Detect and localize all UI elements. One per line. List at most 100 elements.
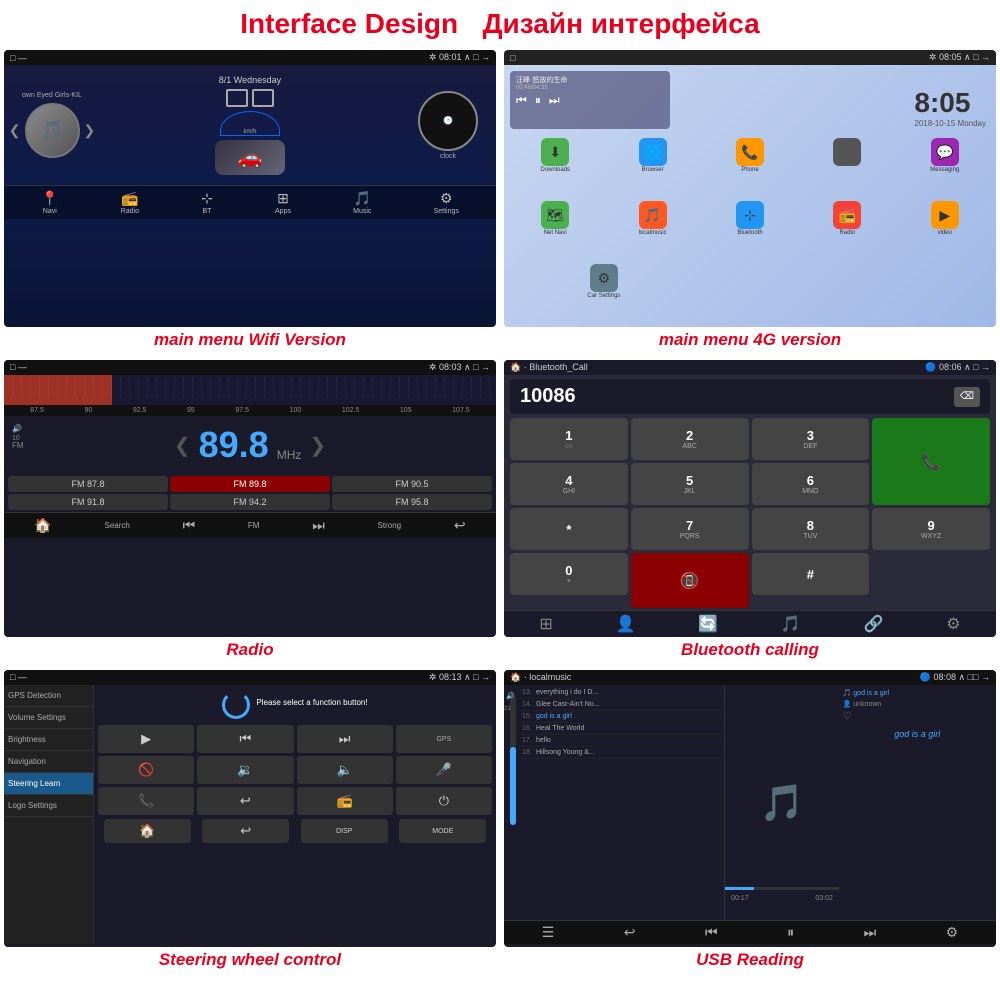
steering-radio[interactable]: 📻 (297, 787, 393, 815)
radio-topbar: □ — ✲ 08:03 ∧ □ → (4, 360, 496, 375)
usb-track-16[interactable]: 16.Heal The World (518, 723, 724, 735)
bt-hangup-btn[interactable]: 📵 (631, 553, 749, 608)
usb-track-13[interactable]: 13.everything i do I D... (518, 687, 724, 699)
steering-call[interactable]: 📞 (98, 787, 194, 815)
radio-strong-btn[interactable]: Strong (378, 521, 402, 530)
wifi-nav-bt[interactable]: ⊹BT (201, 190, 213, 215)
wifi-thumb: 🎵 (25, 103, 80, 158)
bt-key-hash[interactable]: # (752, 553, 870, 595)
usb-back-btn[interactable]: ↩ (624, 924, 636, 941)
steering-mic[interactable]: 🎤 (396, 756, 492, 784)
usb-track-18[interactable]: 18.Hillsong Young &... (518, 747, 724, 759)
radio-preset-4[interactable]: FM 91.8 (8, 494, 168, 510)
bt-key-6[interactable]: 6MNO (752, 463, 870, 505)
steering-back-btn[interactable]: ↩ (202, 819, 289, 843)
bt-topbar: 🏠 · Bluetooth_Call 🔵 08:06 ∧ □ → (504, 360, 996, 375)
radio-preset-2[interactable]: FM 89.8 (170, 476, 330, 492)
wifi-nav-music[interactable]: 🎵Music (353, 190, 371, 215)
bt-key-0[interactable]: 0+ (510, 553, 628, 595)
steering-logo[interactable]: Logo Settings (4, 795, 93, 817)
wifi-nav-apps[interactable]: ⊞Apps (275, 190, 291, 215)
bt-backspace[interactable]: ⌫ (954, 387, 980, 407)
bt-icon-refresh[interactable]: 🔄 (698, 614, 718, 634)
bt-key-5[interactable]: 5JKL (631, 463, 749, 505)
bt-icon-link[interactable]: 🔗 (864, 614, 884, 634)
radio-next-btn[interactable]: ⏭ (312, 517, 325, 534)
usb-prev-btn[interactable]: ⏮ (705, 924, 718, 941)
steering-gps[interactable]: GPS Detection (4, 685, 93, 707)
usb-vol-slider[interactable] (510, 695, 516, 825)
radio-preset-6[interactable]: FM 95.8 (332, 494, 492, 510)
cell-radio: □ — ✲ 08:03 ∧ □ → 87.59092.59597.5100102… (0, 356, 500, 666)
bt-icon-settings[interactable]: ⚙ (946, 614, 960, 634)
4g-app-phone[interactable]: 📞Phone (703, 138, 797, 198)
usb-pause-btn[interactable]: ⏸ (787, 924, 794, 941)
steering-disp-btn[interactable]: DISP (301, 819, 388, 843)
4g-app-localmusic[interactable]: 🎵localmusic (605, 201, 699, 261)
usb-vol-num: 21 (504, 706, 511, 712)
4g-app-downloads[interactable]: ⬇Downloads (508, 138, 602, 198)
wifi-nav-radio[interactable]: 📻Radio (121, 190, 139, 215)
radio-preset-1[interactable]: FM 87.8 (8, 476, 168, 492)
usb-playlist: 13.everything i do I D... 14.Glee Cast-A… (518, 685, 725, 920)
radio-prev-btn[interactable]: ⏮ (183, 517, 196, 534)
4g-app-browser[interactable]: 🌐Browser (605, 138, 699, 198)
bt-key-2[interactable]: 2ABC (631, 418, 749, 460)
steering-prev[interactable]: ⏮ (197, 725, 293, 753)
steering-next[interactable]: ⏭ (297, 725, 393, 753)
usb-settings-btn[interactable]: ⚙ (946, 924, 959, 941)
title-ru: Дизайн интерфейса (483, 8, 760, 39)
steering-mode-btn[interactable]: MODE (399, 819, 486, 843)
usb-time-current: 00:17 (731, 895, 749, 902)
bt-icon-user[interactable]: 👤 (616, 614, 636, 634)
radio-prev[interactable]: ❮ (174, 433, 191, 458)
bt-key-1[interactable]: 1○○ (510, 418, 628, 460)
steering-mute[interactable]: 🚫 (98, 756, 194, 784)
4g-app-bluetooth[interactable]: ⊹Bluetooth (703, 201, 797, 261)
usb-list-btn[interactable]: ☰ (542, 924, 555, 941)
4g-app-radio[interactable]: 📻Radio (800, 201, 894, 261)
radio-search-btn[interactable]: Search (105, 521, 130, 530)
wifi-nav-settings[interactable]: ⚙Settings (434, 190, 459, 215)
usb-vol-icon: 🔊 (506, 692, 515, 700)
4g-app-netnavi[interactable]: 🗺Net Navi (508, 201, 602, 261)
bt-call-btn[interactable]: 📞 (872, 418, 990, 505)
bt-key-7[interactable]: 7PQRS (631, 508, 749, 550)
usb-track-17[interactable]: 17.hello (518, 735, 724, 747)
steering-home-btn[interactable]: 🏠 (104, 819, 191, 843)
wifi-nav-navi[interactable]: 📍Navi (41, 190, 58, 215)
4g-app-messaging[interactable]: 💬Messaging (898, 138, 992, 198)
radio-next[interactable]: ❯ (309, 433, 326, 458)
steering-brightness[interactable]: Brightness (4, 729, 93, 751)
radio-home-btn[interactable]: 🏠 (34, 517, 51, 534)
steering-navigation[interactable]: Navigation (4, 751, 93, 773)
steering-gps-btn[interactable]: GPS (396, 725, 492, 753)
radio-fm-btn[interactable]: FM (248, 521, 260, 530)
steering-vol-up[interactable]: 🔈 (297, 756, 393, 784)
steering-volume[interactable]: Volume Settings (4, 707, 93, 729)
wifi-squares (226, 89, 274, 107)
radio-preset-3[interactable]: FM 90.5 (332, 476, 492, 492)
screen-usb: 🏠 · localmusic 🔵 08:08 ∧ □□ → 🔊 21 13.ev… (504, 670, 996, 947)
4g-time: 8:05 (914, 87, 986, 119)
bt-icon-music[interactable]: 🎵 (781, 614, 801, 634)
steering-power[interactable]: ⏻ (396, 787, 492, 815)
bt-key-9[interactable]: 9WXYZ (872, 508, 990, 550)
radio-preset-5[interactable]: FM 94.2 (170, 494, 330, 510)
bt-key-star[interactable]: * (510, 508, 628, 550)
bt-key-3[interactable]: 3DEF (752, 418, 870, 460)
steering-learn[interactable]: Steering Learn (4, 773, 93, 795)
usb-next-btn[interactable]: ⏭ (864, 924, 877, 941)
usb-track-14[interactable]: 14.Glee Cast-Ain't No... (518, 699, 724, 711)
steering-play[interactable]: ▶ (98, 725, 194, 753)
4g-app-carsettings[interactable]: ⚙Car Settings (508, 264, 700, 324)
bt-key-8[interactable]: 8TUV (752, 508, 870, 550)
steering-vol-down[interactable]: 🔉 (197, 756, 293, 784)
bt-icon-grid[interactable]: ⊞ (539, 614, 552, 634)
radio-back-btn[interactable]: ↩ (454, 517, 466, 534)
usb-track-15[interactable]: 15.god is a girl (518, 711, 724, 723)
steering-back[interactable]: ↩ (197, 787, 293, 815)
bt-key-4[interactable]: 4GHI (510, 463, 628, 505)
4g-app-video[interactable]: ▶video (898, 201, 992, 261)
4g-player: 汪峰·怒放的生命 00:46/04:35 ⏮ ⏸ ⏭ (510, 71, 670, 129)
